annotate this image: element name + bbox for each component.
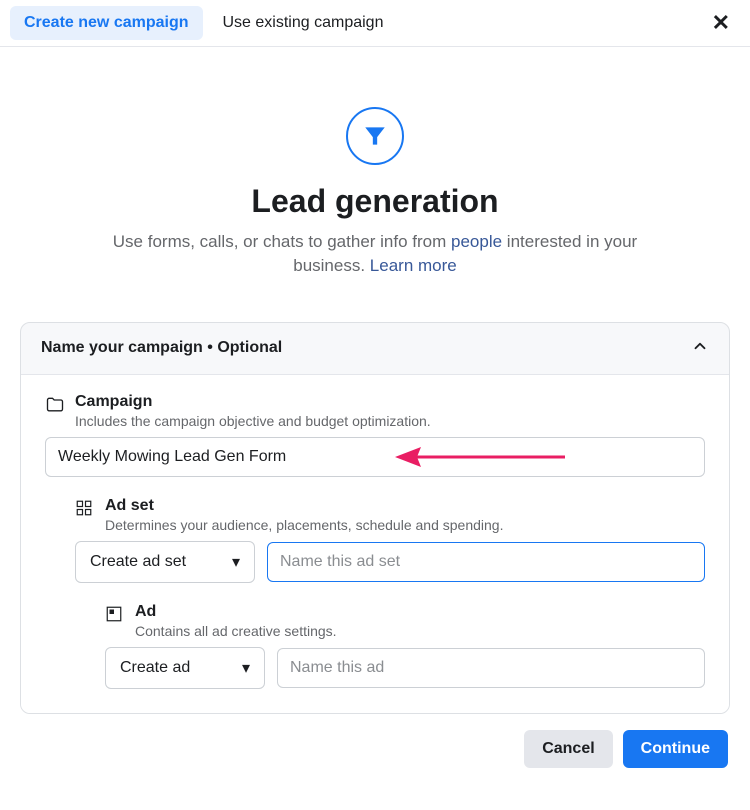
tab-create-new-campaign[interactable]: Create new campaign	[10, 6, 203, 40]
caret-down-icon: ▾	[232, 552, 240, 572]
people-link[interactable]: people	[451, 232, 502, 251]
dialog-header: Create new campaign Use existing campaig…	[0, 0, 750, 47]
ad-label: Ad	[135, 603, 337, 621]
grid-icon	[75, 499, 95, 519]
adset-dropdown[interactable]: Create ad set ▾	[75, 541, 255, 583]
adset-field-group: Ad set Determines your audience, placeme…	[75, 497, 705, 583]
ad-dropdown-label: Create ad	[120, 659, 190, 677]
cancel-button[interactable]: Cancel	[524, 730, 612, 768]
continue-button[interactable]: Continue	[623, 730, 728, 768]
hero-description: Use forms, calls, or chats to gather inf…	[95, 230, 655, 278]
adset-label: Ad set	[105, 497, 503, 515]
close-icon[interactable]: ✕	[702, 6, 740, 40]
funnel-icon	[346, 107, 404, 165]
name-campaign-panel: Name your campaign • Optional Campaign I…	[20, 322, 730, 714]
campaign-desc: Includes the campaign objective and budg…	[75, 413, 431, 429]
learn-more-link[interactable]: Learn more	[370, 256, 457, 275]
panel-title: Name your campaign • Optional	[41, 339, 282, 357]
chevron-up-icon	[691, 337, 709, 360]
caret-down-icon: ▾	[242, 658, 250, 678]
campaign-field-group: Campaign Includes the campaign objective…	[45, 393, 705, 477]
ad-name-input[interactable]	[277, 648, 705, 688]
campaign-name-input[interactable]	[45, 437, 705, 477]
tab-use-existing-campaign[interactable]: Use existing campaign	[223, 6, 384, 40]
hero-title: Lead generation	[30, 183, 720, 220]
ad-dropdown[interactable]: Create ad ▾	[105, 647, 265, 689]
ad-icon	[105, 605, 125, 625]
hero-section: Lead generation Use forms, calls, or cha…	[0, 47, 750, 308]
adset-dropdown-label: Create ad set	[90, 553, 186, 571]
hero-desc-text1: Use forms, calls, or chats to gather inf…	[113, 232, 451, 251]
dialog-footer: Cancel Continue	[0, 714, 750, 784]
ad-desc: Contains all ad creative settings.	[135, 623, 337, 639]
adset-name-input[interactable]	[267, 542, 705, 582]
adset-desc: Determines your audience, placements, sc…	[105, 517, 503, 533]
header-tabs: Create new campaign Use existing campaig…	[10, 6, 383, 40]
panel-body: Campaign Includes the campaign objective…	[21, 374, 729, 713]
folder-icon	[45, 395, 65, 415]
ad-field-group: Ad Contains all ad creative settings. Cr…	[105, 603, 705, 689]
panel-header[interactable]: Name your campaign • Optional	[21, 323, 729, 374]
campaign-label: Campaign	[75, 393, 431, 411]
